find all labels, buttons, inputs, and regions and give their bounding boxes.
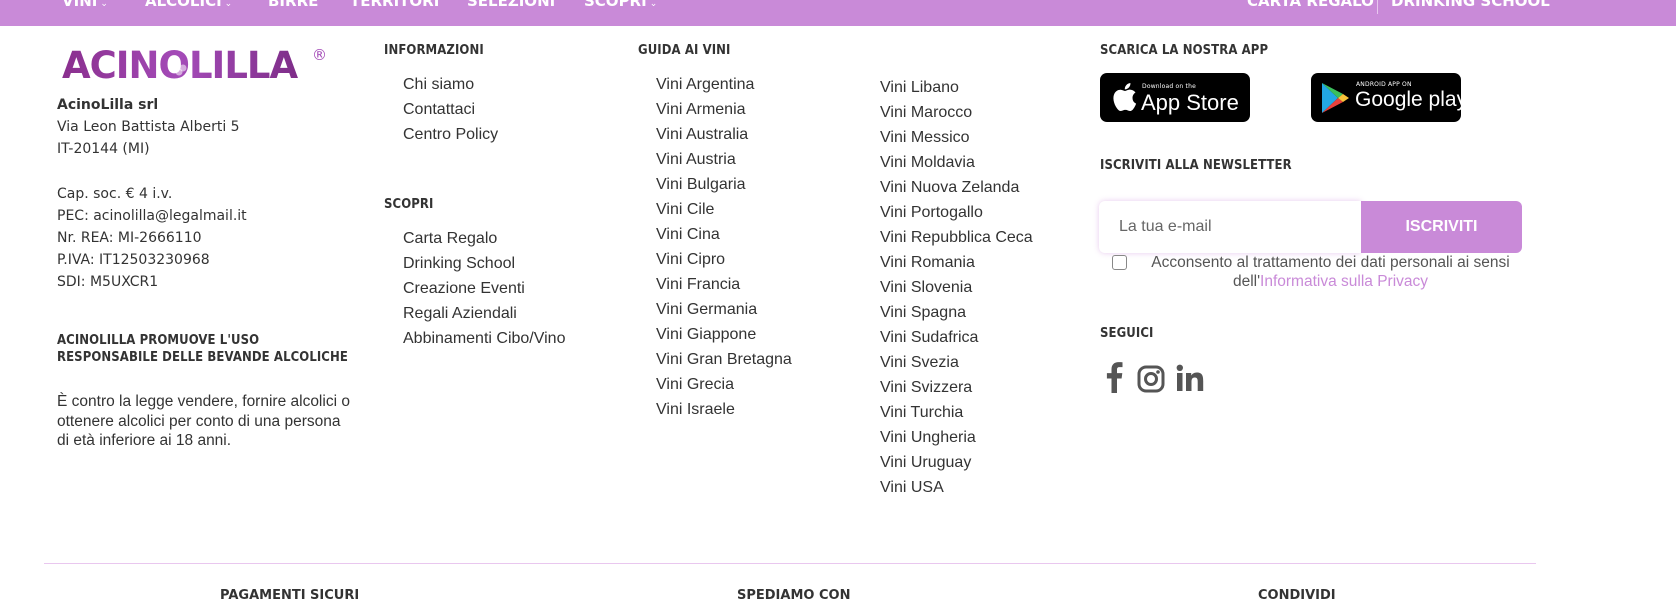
spediamo-con-heading: SPEDIAMO CON [737, 588, 851, 603]
scopri-heading: SCOPRI [384, 197, 434, 212]
wine-guide-link[interactable]: Vini Grecia [656, 376, 734, 394]
legal-notice-text: È contro la legge vendere, fornire alcol… [57, 393, 350, 410]
app-store-badge[interactable]: Download on the App Store [1100, 73, 1250, 122]
company-pec: PEC: acinolilla@legalmail.it [57, 208, 247, 224]
acinolilla-logo[interactable]: ACINOLILLA ® [62, 44, 332, 84]
newsletter-email-input[interactable] [1099, 201, 1361, 253]
wine-guide-link[interactable]: Vini Austria [656, 151, 736, 169]
app-heading: SCARICA LA NOSTRA APP [1100, 43, 1269, 58]
company-address-line: IT-20144 (MI) [57, 141, 150, 157]
privacy-consent-checkbox[interactable] [1112, 255, 1127, 270]
wine-guide-link[interactable]: Vini Nuova Zelanda [880, 179, 1019, 197]
wine-guide-link[interactable]: Vini Svizzera [880, 379, 972, 397]
wine-guide-link[interactable]: Vini Uruguay [880, 454, 971, 472]
wine-guide-link[interactable]: Vini Israele [656, 401, 735, 419]
chevron-down-icon: ⌄ [649, 0, 658, 9]
footer-link[interactable]: Carta Regalo [403, 230, 497, 248]
pagamenti-sicuri-heading: PAGAMENTI SICURI [220, 588, 360, 603]
footer-link[interactable]: Drinking School [403, 255, 515, 273]
privacy-policy-link[interactable]: Informativa sulla Privacy [1260, 273, 1428, 290]
wine-guide-link[interactable]: Vini Repubblica Ceca [880, 229, 1033, 247]
wine-guide-link[interactable]: Vini Gran Bretagna [656, 351, 792, 369]
wine-guide-link[interactable]: Vini Marocco [880, 104, 972, 122]
company-legal-line: P.IVA: IT12503230968 [57, 252, 210, 268]
company-legal-line: Nr. REA: MI-2666110 [57, 230, 202, 246]
footer-link[interactable]: Creazione Eventi [403, 280, 525, 298]
responsible-drinking-heading: RESPONSABILE DELLE BEVANDE ALCOLICHE [57, 350, 348, 365]
nav-divider [1377, 0, 1378, 14]
footer-link[interactable]: Chi siamo [403, 76, 474, 94]
googleplay-small-text: ANDROID APP ON [1356, 81, 1412, 88]
google-play-icon [1322, 83, 1349, 113]
wine-guide-link[interactable]: Vini Portogallo [880, 204, 983, 222]
footer-link[interactable]: Contattaci [403, 101, 475, 119]
privacy-consent-label: Acconsento al trattamento dei dati perso… [1138, 253, 1523, 291]
wine-guide-link[interactable]: Vini Spagna [880, 304, 966, 322]
nav-item-selezioni[interactable]: SELEZIONI [467, 0, 555, 10]
wine-guide-link[interactable]: Vini Sudafrica [880, 329, 978, 347]
informazioni-heading: INFORMAZIONI [384, 43, 484, 58]
wine-guide-link[interactable]: Vini Cile [656, 201, 714, 219]
wine-guide-link[interactable]: Vini Armenia [656, 101, 746, 119]
nav-item-birre[interactable]: BIRRE [268, 0, 318, 10]
nav-item-alcolici[interactable]: ALCOLICI ⌄ [145, 0, 232, 13]
nav-item-scopri[interactable]: SCOPRI ⌄ [584, 0, 657, 13]
company-name: AcinoLilla srl [57, 97, 159, 113]
google-play-badge[interactable]: ANDROID APP ON Google play [1311, 73, 1467, 122]
instagram-icon[interactable] [1137, 363, 1165, 395]
company-legal-line: SDI: M5UXCR1 [57, 274, 159, 290]
top-navigation-bar: VINI ⌄ ALCOLICI ⌄ BIRRE TERRITORI SELEZION… [0, 0, 1676, 26]
nav-label: VINI [62, 0, 98, 10]
footer-link[interactable]: Centro Policy [403, 126, 498, 144]
chevron-down-icon: ⌄ [224, 0, 233, 9]
seguici-heading: SEGUICI [1100, 326, 1154, 341]
footer-link[interactable]: Regali Aziendali [403, 305, 517, 323]
googleplay-big-text: Google play [1355, 88, 1468, 111]
guida-vini-heading: GUIDA AI VINI [638, 43, 731, 58]
subscribe-button[interactable]: ISCRIVITI [1361, 201, 1522, 253]
newsletter-heading: ISCRIVITI ALLA NEWSLETTER [1100, 158, 1292, 173]
footer-divider [44, 563, 1536, 564]
footer-link[interactable]: Abbinamenti Cibo/Vino [403, 330, 565, 348]
nav-label: SCOPRI [584, 0, 647, 10]
responsible-drinking-heading: ACINOLILLA PROMUOVE L'USO [57, 333, 260, 348]
nav-item-drinking-school[interactable]: DRINKING SCHOOL [1391, 0, 1550, 10]
wine-guide-link[interactable]: Vini Francia [656, 276, 740, 294]
wine-guide-link[interactable]: Vini Argentina [656, 76, 754, 94]
wine-guide-link[interactable]: Vini Svezia [880, 354, 959, 372]
wine-guide-link[interactable]: Vini Germania [656, 301, 757, 319]
wine-guide-link[interactable]: Vini Cina [656, 226, 720, 244]
company-legal-line: Cap. soc. € 4 i.v. [57, 186, 173, 202]
nav-item-carta-regalo[interactable]: CARTA REGALO [1247, 0, 1374, 10]
company-address-line: Via Leon Battista Alberti 5 [57, 119, 240, 135]
wine-guide-link[interactable]: Vini Messico [880, 129, 970, 147]
nav-item-vini[interactable]: VINI ⌄ [62, 0, 108, 13]
legal-notice-text: ottenere alcolici per conto di una perso… [57, 413, 341, 430]
wine-guide-link[interactable]: Vini Romania [880, 254, 975, 272]
nav-label: ALCOLICI [145, 0, 222, 10]
facebook-icon[interactable] [1105, 361, 1123, 393]
wine-guide-link[interactable]: Vini Cipro [656, 251, 725, 269]
wine-guide-link[interactable]: Vini Turchia [880, 404, 963, 422]
wine-guide-link[interactable]: Vini Moldavia [880, 154, 975, 172]
condividi-heading: CONDIVIDI [1258, 588, 1336, 603]
wine-guide-link[interactable]: Vini Ungheria [880, 429, 976, 447]
wine-guide-link[interactable]: Vini Libano [880, 79, 959, 97]
wine-guide-link[interactable]: Vini Australia [656, 126, 748, 144]
nav-item-territori[interactable]: TERRITORI [350, 0, 439, 10]
wine-guide-link[interactable]: Vini USA [880, 479, 944, 497]
registered-mark: ® [312, 46, 327, 64]
wine-guide-link[interactable]: Vini Bulgaria [656, 176, 746, 194]
appstore-small-text: Download on the [1142, 83, 1196, 90]
linkedin-icon[interactable] [1176, 362, 1204, 394]
appstore-big-text: App Store [1141, 90, 1239, 115]
chevron-down-icon: ⌄ [100, 0, 108, 9]
wine-guide-link[interactable]: Vini Slovenia [880, 279, 972, 297]
apple-icon [1113, 83, 1137, 112]
legal-notice-text: di età inferiore ai 18 anni. [57, 432, 232, 449]
wine-guide-link[interactable]: Vini Giappone [656, 326, 756, 344]
